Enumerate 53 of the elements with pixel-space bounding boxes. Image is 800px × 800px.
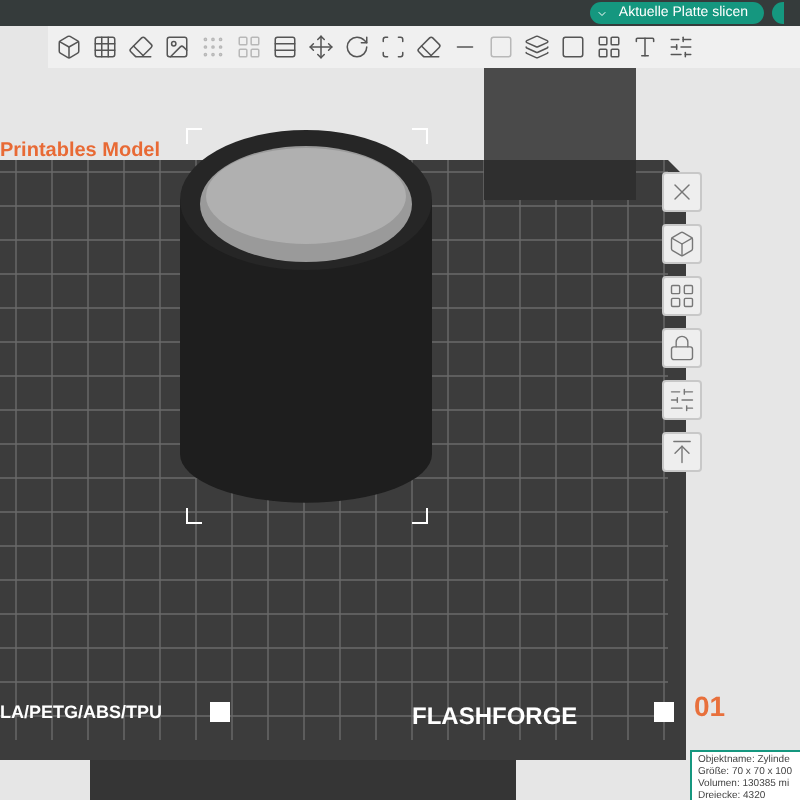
sliders-button[interactable] [666,33,694,61]
chevron-icon [596,7,609,19]
text-icon [631,34,657,60]
square-button[interactable] [558,33,586,61]
eraser-icon [127,34,153,60]
layout-button[interactable] [662,276,702,316]
layers-button[interactable] [522,33,550,61]
layout-icon [595,34,621,60]
sliders-icon [668,386,696,414]
dots-button[interactable] [198,33,226,61]
filament-label: LA/PETG/ABS/TPU [0,700,163,726]
rows-button[interactable] [270,33,298,61]
eraser-button[interactable] [414,33,442,61]
move-icon [307,34,333,60]
eraser-icon [415,34,441,60]
selection-bracket [186,508,202,524]
layout-button[interactable] [594,33,622,61]
square-icon [487,34,513,60]
text-button[interactable] [630,33,658,61]
arrow-up-button[interactable] [662,432,702,472]
model-label: Printables Model [0,138,161,166]
image-icon [163,34,189,60]
scale-icon [379,34,405,60]
brand-label: FLASHFORGE [412,700,578,734]
eraser-button[interactable] [126,33,154,61]
rotate-icon [343,34,369,60]
plate-marker-icon [654,702,674,722]
grid-icon [91,34,117,60]
close-button[interactable] [662,172,702,212]
layers-icon [523,34,549,60]
sliders-icon [667,34,693,60]
plate-marker-icon [210,702,230,722]
arrow-up-icon [668,438,696,466]
sliders-button[interactable] [662,380,702,420]
cube-icon [55,34,81,60]
layout-icon [235,34,261,60]
rows-icon [271,34,297,60]
plate-number: 01 [694,688,726,726]
lock-icon [668,334,696,362]
image-button[interactable] [162,33,190,61]
cube-button[interactable] [54,33,82,61]
layout-icon [668,282,696,310]
move-button[interactable] [306,33,334,61]
selection-bracket [186,128,202,144]
grid-button[interactable] [90,33,118,61]
square-icon [559,34,585,60]
scale-button[interactable] [378,33,406,61]
rotate-button[interactable] [342,33,370,61]
selection-bracket [412,508,428,524]
selection-bracket [412,128,428,144]
cube-icon [668,230,696,258]
dots-icon [199,34,225,60]
lock-button[interactable] [662,328,702,368]
